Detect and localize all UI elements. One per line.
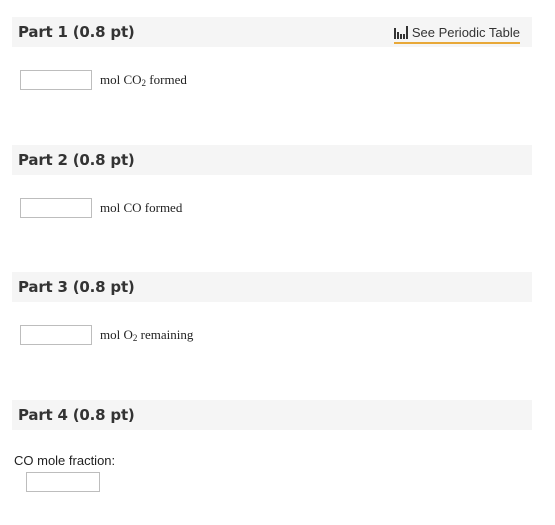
co-mole-fraction-input[interactable] xyxy=(26,472,100,492)
co-mole-fraction-label: CO mole fraction: xyxy=(14,453,116,468)
part-1-unit-label: mol CO2 formed xyxy=(100,72,187,88)
part-4-header: Part 4 (0.8 pt) xyxy=(12,400,532,430)
part-1-answer-input[interactable] xyxy=(20,70,92,90)
part-1-unit-suffix: formed xyxy=(146,72,187,87)
part-3-answer-input[interactable] xyxy=(20,325,92,345)
part-2-title: Part 2 (0.8 pt) xyxy=(18,151,135,169)
part-2-answer-input[interactable] xyxy=(20,198,92,218)
part-3-answer-row: mol O2 remaining xyxy=(20,324,193,346)
part-2-answer-row: mol CO formed xyxy=(20,197,182,219)
part-1-header: Part 1 (0.8 pt) See Periodic Table xyxy=(12,17,532,47)
see-periodic-table-link[interactable]: See Periodic Table xyxy=(393,22,520,44)
part-3-unit-suffix: remaining xyxy=(137,327,194,342)
part-3-unit-prefix: mol O xyxy=(100,327,133,342)
periodic-table-icon xyxy=(393,25,408,39)
see-periodic-table-label: See Periodic Table xyxy=(411,24,520,40)
part-1-unit-prefix: mol CO xyxy=(100,72,142,87)
part-1-answer-row: mol CO2 formed xyxy=(20,69,187,91)
part-1-title: Part 1 (0.8 pt) xyxy=(18,23,135,41)
part-3-title: Part 3 (0.8 pt) xyxy=(18,278,135,296)
part-4-title: Part 4 (0.8 pt) xyxy=(18,406,135,424)
part-2-unit-label: mol CO formed xyxy=(100,200,183,215)
part-3-unit-label: mol O2 remaining xyxy=(100,327,193,343)
part-2-header: Part 2 (0.8 pt) xyxy=(12,145,532,175)
part-3-header: Part 3 (0.8 pt) xyxy=(12,272,532,302)
